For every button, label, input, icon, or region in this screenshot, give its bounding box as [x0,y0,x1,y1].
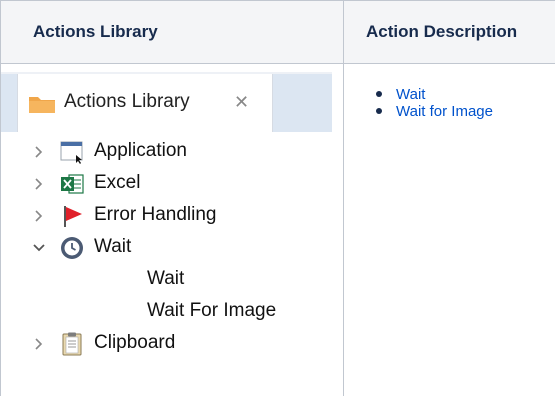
tree-item-error-handling[interactable]: Error Handling [1,200,332,232]
actions-library-tab[interactable]: Actions Library ✕ [17,74,273,132]
view-tab-bar: Actions Library ✕ [1,72,332,132]
tree-item-label: Wait [147,268,185,289]
table-row: Actions Library ✕ Application Excel Erro… [0,63,555,396]
chevron-right-icon[interactable] [31,176,47,192]
list-item: Wait for Image [376,103,555,120]
clipboard-icon [62,332,82,356]
chevron-down-icon[interactable] [31,240,47,256]
red-flag-icon [64,206,82,227]
actions-library-cell: Actions Library ✕ Application Excel Erro… [0,63,344,396]
tree-item-excel[interactable]: Excel [1,168,332,200]
tree-item-label: Application [94,140,187,161]
close-icon[interactable]: ✕ [234,91,249,113]
actions-table: Actions Library Action Description Actio… [0,0,555,396]
header-actions-library: Actions Library [0,0,344,64]
excel-icon [61,174,84,194]
actions-library-panel: Actions Library ✕ Application Excel Erro… [1,72,332,394]
wait-link[interactable]: Wait [396,86,425,103]
header-action-description: Action Description [343,0,555,64]
description-link-list: Wait Wait for Image [344,86,555,120]
wait-for-image-link[interactable]: Wait for Image [396,103,493,120]
tree-item-application[interactable]: Application [1,136,332,168]
list-item: Wait [376,86,555,103]
application-window-icon [60,141,83,164]
table-header-row: Actions Library Action Description [0,0,555,64]
tree-item-wait[interactable]: Wait [1,232,332,264]
tab-title: Actions Library [64,91,190,112]
tree-item-clipboard[interactable]: Clipboard [1,328,332,360]
clock-icon [61,237,83,259]
tree-item-wait-for-image[interactable]: Wait For Image [1,296,332,328]
chevron-right-icon[interactable] [31,336,47,352]
page: Actions Library Action Description Actio… [0,0,555,396]
chevron-right-icon[interactable] [31,144,47,160]
tree-item-label: Excel [94,172,141,193]
tree-item-label: Wait [94,236,132,257]
chevron-right-icon[interactable] [31,208,47,224]
tree-item-wait-child[interactable]: Wait [1,264,332,296]
action-description-cell: Wait Wait for Image [343,63,555,396]
tree-item-label: Wait For Image [147,300,277,321]
tree-item-label: Error Handling [94,204,217,225]
folder-icon [29,97,55,113]
tree-item-label: Clipboard [94,332,176,353]
actions-tree: Application Excel Error Handling Wait Wa… [1,132,332,394]
